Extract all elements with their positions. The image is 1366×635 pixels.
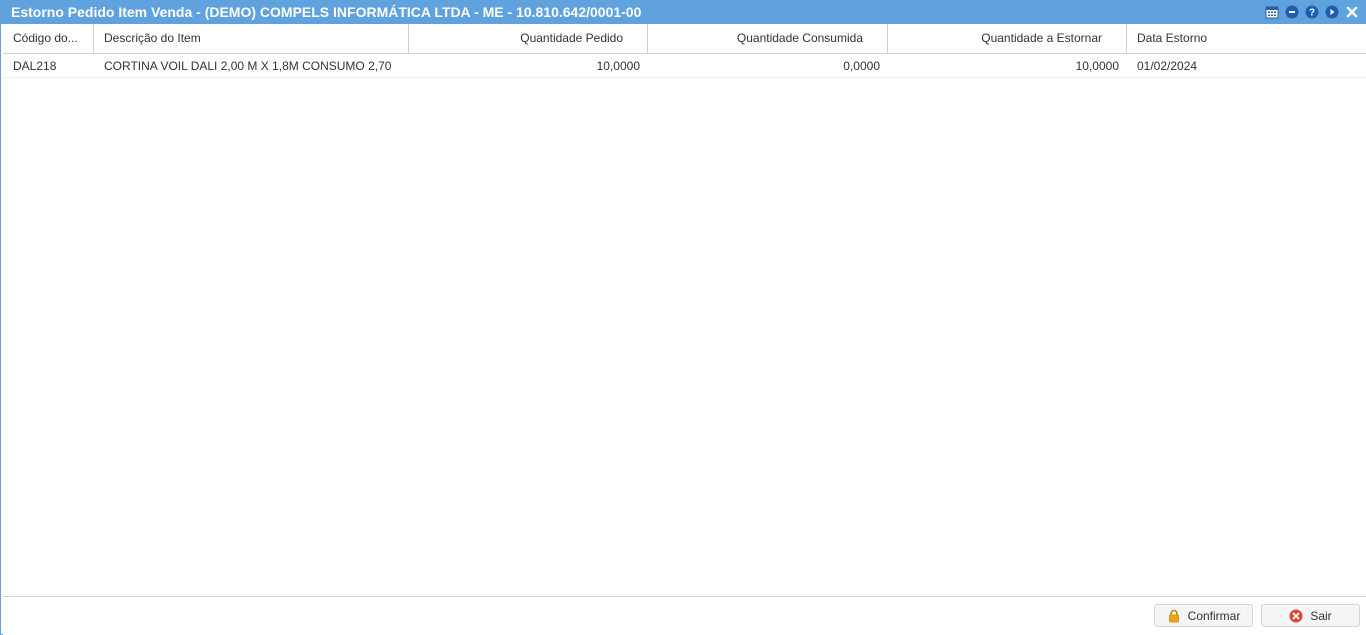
- confirm-button-label: Confirmar: [1187, 608, 1241, 623]
- cell-descricao: CORTINA VOIL DALI 2,00 M X 1,8M CONSUMO …: [104, 59, 392, 73]
- items-grid: Código do... Descrição do Item Quantidad…: [3, 24, 1366, 596]
- column-header-quantidade-pedido[interactable]: Quantidade Pedido: [409, 24, 648, 54]
- cell-data-estorno: 01/02/2024: [1137, 59, 1198, 73]
- grid-body: DAL218 CORTINA VOIL DALI 2,00 M X 1,8M C…: [3, 54, 1366, 78]
- close-icon[interactable]: [1344, 5, 1359, 20]
- estorno-window: Estorno Pedido Item Venda - (DEMO) COMPE…: [0, 0, 1366, 635]
- lock-icon: [1167, 609, 1181, 623]
- minimize-icon[interactable]: [1284, 5, 1299, 20]
- column-header-quantidade-consumida[interactable]: Quantidade Consumida: [648, 24, 888, 54]
- exit-button[interactable]: Sair: [1261, 604, 1360, 627]
- confirm-button[interactable]: Confirmar: [1154, 604, 1253, 627]
- cell-quantidade-estornar[interactable]: 10,0000: [888, 54, 1127, 78]
- table-row[interactable]: DAL218 CORTINA VOIL DALI 2,00 M X 1,8M C…: [3, 54, 1366, 78]
- cell-quantidade-pedido: 10,0000: [596, 59, 640, 73]
- exit-icon: [1289, 609, 1303, 623]
- window-footer: Confirmar Sair: [3, 596, 1366, 635]
- window-titlebar: Estorno Pedido Item Venda - (DEMO) COMPE…: [1, 0, 1366, 24]
- column-header-codigo[interactable]: Código do...: [3, 24, 94, 54]
- column-header-quantidade-estornar[interactable]: Quantidade a Estornar: [888, 24, 1127, 54]
- cell-codigo: DAL218: [13, 59, 57, 73]
- grid-header: Código do... Descrição do Item Quantidad…: [3, 24, 1366, 54]
- column-header-descricao[interactable]: Descrição do Item: [94, 24, 409, 54]
- window-title: Estorno Pedido Item Venda - (DEMO) COMPE…: [11, 4, 642, 20]
- calendar-icon[interactable]: [1264, 5, 1279, 20]
- window-tools: ?: [1264, 3, 1359, 21]
- forward-icon[interactable]: [1324, 5, 1339, 20]
- exit-button-label: Sair: [1310, 608, 1332, 623]
- cell-quantidade-consumida: 0,0000: [843, 59, 880, 73]
- svg-text:?: ?: [1308, 8, 1314, 19]
- column-header-data-estorno[interactable]: Data Estorno: [1127, 24, 1366, 54]
- help-icon[interactable]: ?: [1304, 5, 1319, 20]
